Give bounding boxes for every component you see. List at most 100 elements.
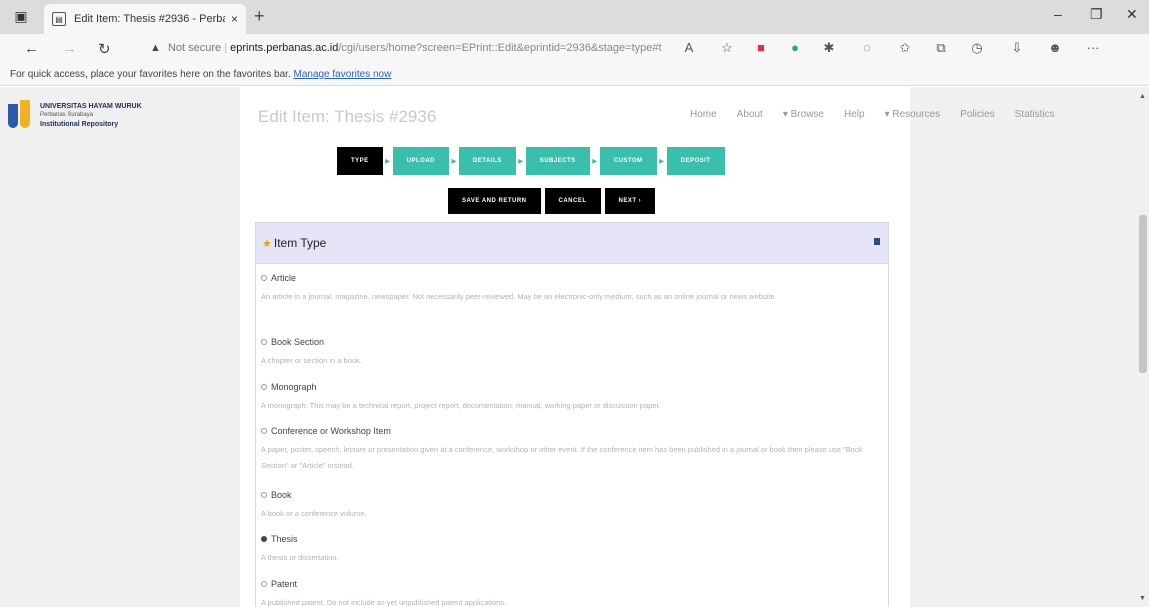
- not-secure-label: Not secure: [167, 42, 222, 54]
- option-label: Book: [271, 490, 292, 500]
- radio-book-section[interactable]: [261, 339, 267, 345]
- favorites-icon[interactable]: ✩: [896, 40, 914, 56]
- url-host: eprints.perbanas.ac.id: [230, 42, 339, 54]
- option-conference-item[interactable]: Conference or Workshop Item A paper, pos…: [261, 424, 886, 474]
- tab-actions-icon[interactable]: ▣: [12, 8, 30, 24]
- logo-line-1: UNIVERSITAS HAYAM WURUK: [40, 102, 142, 110]
- page-favicon-icon: ▤: [52, 12, 66, 26]
- option-label: Thesis: [271, 534, 298, 544]
- downloads-icon[interactable]: ⇩: [1008, 40, 1026, 56]
- step-arrow-icon: ▸: [659, 155, 665, 167]
- logo-line-3: Institutional Repository: [40, 120, 119, 128]
- favorites-bar: For quick access, place your favorites h…: [0, 64, 1149, 86]
- favorites-bar-text: For quick access, place your favorites h…: [10, 69, 291, 80]
- option-label: Monograph: [271, 382, 317, 392]
- extension-icon[interactable]: ✱: [820, 40, 838, 56]
- option-description: A chapter or section in a book.: [261, 356, 362, 365]
- nav-statistics[interactable]: Statistics: [1015, 109, 1055, 120]
- item-type-heading: Item Type: [273, 236, 327, 250]
- logo-text: UNIVERSITAS HAYAM WURUK Perbanas Surabay…: [40, 102, 142, 129]
- new-tab-icon[interactable]: +: [254, 6, 265, 27]
- nav-resources[interactable]: ▾ Resources: [885, 109, 941, 120]
- step-arrow-icon: ▸: [385, 155, 391, 167]
- url-path: /cgi/users/home?screen=EPrint::Edit&epri…: [338, 42, 662, 54]
- window-maximize-icon[interactable]: ❐: [1090, 6, 1103, 23]
- page-title: Edit Item: Thesis #2936: [258, 107, 437, 126]
- option-book-section[interactable]: Book Section A chapter or section in a b…: [261, 335, 886, 369]
- page-scrollbar[interactable]: ▲ ▼: [1136, 87, 1149, 607]
- back-icon[interactable]: ←: [24, 40, 39, 57]
- step-upload[interactable]: UPLOAD: [392, 147, 450, 175]
- radio-thesis-selected[interactable]: [261, 536, 267, 542]
- site-logo[interactable]: UNIVERSITAS HAYAM WURUK Perbanas Surabay…: [8, 93, 238, 137]
- window-close-icon[interactable]: ✕: [1126, 6, 1138, 23]
- option-monograph[interactable]: Monograph A monograph. This may be a tec…: [261, 380, 886, 414]
- refresh-icon[interactable]: ↻: [98, 40, 111, 58]
- item-type-panel: ★ Item Type Article An article in a jour…: [255, 222, 889, 607]
- nav-policies[interactable]: Policies: [960, 109, 994, 120]
- browser-tab-bar: ▣ ▤ Edit Item: Thesis #2936 - Perba... ×…: [0, 0, 1149, 34]
- url-field[interactable]: ▲ Not secure | eprints.perbanas.ac.id/cg…: [150, 42, 670, 54]
- nav-about[interactable]: About: [737, 109, 763, 120]
- option-description: A thesis or dissertation.: [261, 553, 339, 562]
- address-bar: ← → ↻ ▲ Not secure | eprints.perbanas.ac…: [0, 34, 1149, 64]
- logo-mark-icon: [8, 100, 32, 130]
- collections-icon[interactable]: ⧉: [932, 40, 950, 56]
- nav-help[interactable]: Help: [844, 109, 865, 120]
- option-patent[interactable]: Patent A published patent. Do not includ…: [261, 577, 886, 607]
- option-description: A monograph. This may be a technical rep…: [261, 401, 661, 410]
- nav-browse[interactable]: ▾ Browse: [783, 109, 824, 120]
- next-button[interactable]: NEXT ›: [604, 188, 656, 214]
- extension-red-icon[interactable]: ■: [752, 40, 770, 55]
- option-thesis[interactable]: Thesis A thesis or dissertation.: [261, 532, 886, 566]
- radio-monograph[interactable]: [261, 384, 267, 390]
- extension-green-icon[interactable]: ●: [786, 40, 804, 55]
- required-star-icon: ★: [262, 237, 272, 250]
- item-type-header: ★ Item Type: [256, 223, 888, 264]
- right-gutter: [910, 87, 1136, 607]
- forward-icon: →: [62, 40, 77, 57]
- read-aloud-icon[interactable]: A: [680, 40, 698, 55]
- favorite-add-icon[interactable]: ☆: [718, 40, 736, 56]
- manage-favorites-link[interactable]: Manage favorites now: [293, 69, 391, 80]
- step-subjects[interactable]: SUBJECTS: [525, 147, 590, 175]
- option-description: A published patent. Do not include as ye…: [261, 598, 507, 607]
- window-minimize-icon[interactable]: –: [1054, 6, 1062, 22]
- step-type[interactable]: TYPE: [337, 147, 383, 175]
- form-actions: SAVE AND RETURN CANCEL NEXT ›: [448, 188, 656, 214]
- logo-line-2: Perbanas Surabaya: [40, 111, 94, 118]
- more-menu-icon[interactable]: ···: [1084, 40, 1102, 55]
- save-and-return-button[interactable]: SAVE AND RETURN: [448, 188, 541, 214]
- nav-home[interactable]: Home: [690, 109, 717, 120]
- browser-tab[interactable]: ▤ Edit Item: Thesis #2936 - Perba... ×: [44, 4, 246, 34]
- cancel-button[interactable]: CANCEL: [544, 188, 601, 214]
- option-book[interactable]: Book A book or a conference volume.: [261, 488, 886, 522]
- option-label: Conference or Workshop Item: [271, 426, 391, 436]
- scroll-up-icon[interactable]: ▲: [1139, 93, 1146, 100]
- option-description: A paper, poster, speech, lecture or pres…: [261, 445, 863, 470]
- option-article[interactable]: Article An article in a journal, magazin…: [261, 271, 886, 305]
- step-deposit[interactable]: DEPOSIT: [666, 147, 725, 175]
- radio-patent[interactable]: [261, 581, 267, 587]
- radio-conference-item[interactable]: [261, 428, 267, 434]
- help-icon[interactable]: [874, 238, 880, 245]
- step-details[interactable]: DETAILS: [459, 147, 516, 175]
- history-icon[interactable]: ◷: [968, 40, 986, 56]
- step-arrow-icon: ▸: [451, 155, 457, 167]
- tab-title: Edit Item: Thesis #2936 - Perba...: [74, 13, 225, 25]
- option-label: Book Section: [271, 337, 325, 347]
- scroll-thumb[interactable]: [1139, 215, 1147, 373]
- option-label: Article: [271, 273, 297, 283]
- extension-circle-icon[interactable]: ◌: [858, 40, 876, 55]
- page-viewport: UNIVERSITAS HAYAM WURUK Perbanas Surabay…: [0, 87, 1136, 607]
- scroll-down-icon[interactable]: ▼: [1139, 595, 1146, 602]
- option-description: An article in a journal, magazine, newsp…: [261, 292, 777, 301]
- warning-icon: ▲: [150, 42, 161, 54]
- tab-close-icon[interactable]: ×: [231, 12, 238, 26]
- option-description: A book or a conference volume.: [261, 509, 367, 518]
- profile-avatar-icon[interactable]: ☻: [1046, 40, 1064, 55]
- radio-article[interactable]: [261, 275, 267, 281]
- radio-book[interactable]: [261, 492, 267, 498]
- top-navigation: Home About ▾ Browse Help ▾ Resources Pol…: [690, 109, 1075, 120]
- step-custom[interactable]: CUSTOM: [599, 147, 657, 175]
